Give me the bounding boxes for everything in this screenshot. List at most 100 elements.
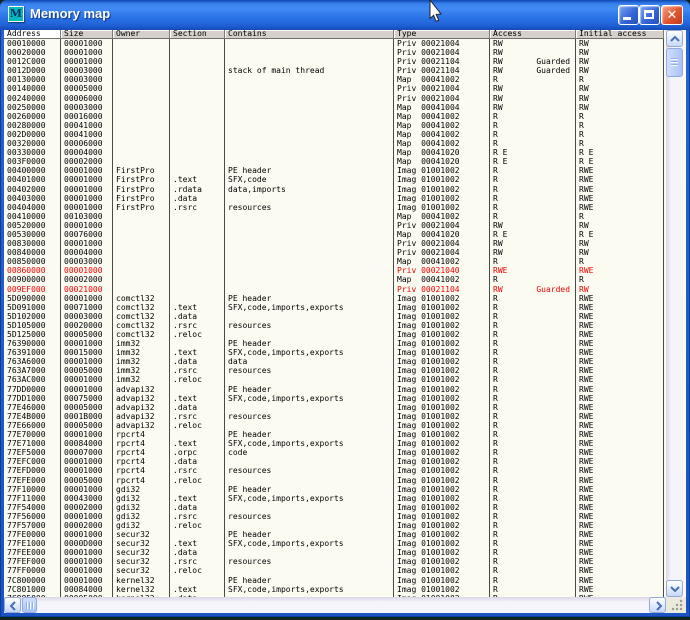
table-row[interactable]: 0085000000003000Map 00041002RR: [4, 257, 686, 266]
table-row[interactable]: 0013000000003000Map 00041002RR: [4, 75, 686, 84]
table-row[interactable]: 0001000000001000Priv 00021004RWRW: [4, 39, 686, 48]
table-row[interactable]: 77F1100000043000gdi32.textSFX,code,impor…: [4, 494, 686, 503]
table-row[interactable]: 0032000000006000Map 00041002RR: [4, 139, 686, 148]
cell-section: [170, 148, 225, 157]
table-row[interactable]: 77DD100000075000advapi32.textSFX,code,im…: [4, 394, 686, 403]
table-row[interactable]: 5D12500000005000comctl32.relocImag 01001…: [4, 330, 686, 339]
table-row[interactable]: 77EF500000007000rpcrt4.orpccodeImag 0100…: [4, 448, 686, 457]
cell-access: R: [490, 476, 576, 485]
horizontal-scroll-thumb[interactable]: [22, 597, 37, 613]
cell-contains: PE header: [225, 339, 394, 348]
table-row[interactable]: 5D09000000001000comctl32PE headerImag 01…: [4, 294, 686, 303]
table-row[interactable]: 77F1000000001000gdi32PE headerImag 01001…: [4, 485, 686, 494]
cell-type: Map 00041002: [394, 130, 490, 139]
table-row[interactable]: 009EF00000021000Priv 00021104RW GuardedR…: [4, 285, 686, 294]
table-row[interactable]: 7639000000001000imm32PE headerImag 01001…: [4, 339, 686, 348]
vertical-scroll-thumb[interactable]: [666, 48, 683, 77]
table-row[interactable]: 0040200000001000FirstPro.rdatadata,impor…: [4, 185, 686, 194]
cell-contains: [225, 457, 394, 466]
table-row[interactable]: 0040100000001000FirstPro.textSFX,codeIma…: [4, 175, 686, 184]
scroll-up-button[interactable]: [666, 30, 683, 47]
cell-owner: kernel32: [113, 585, 170, 594]
column-header-owner[interactable]: Owner: [113, 30, 170, 39]
column-header-section[interactable]: Section: [170, 30, 225, 39]
table-row[interactable]: 0083000000001000Priv 00021004RWRW: [4, 239, 686, 248]
table-row[interactable]: 77F5600000001000gdi32.rsrcresourcesImag …: [4, 512, 686, 521]
table-row[interactable]: 77E7100000084000rpcrt4.textSFX,code,impo…: [4, 439, 686, 448]
cell-section: [170, 130, 225, 139]
column-header-contains[interactable]: Contains: [225, 30, 394, 39]
table-row[interactable]: 0052000000001000Priv 00021004RWRW: [4, 221, 686, 230]
table-row[interactable]: 002D000000041000Map 00041002RR: [4, 130, 686, 139]
table-row[interactable]: 77E4B0000001B000advapi32.rsrcresourcesIm…: [4, 412, 686, 421]
table-row[interactable]: 0026000000016000Map 00041002RR: [4, 112, 686, 121]
table-row[interactable]: 77E7000000001000rpcrt4PE headerImag 0100…: [4, 430, 686, 439]
table-row[interactable]: 0084000000004000Priv 00021004RWRW: [4, 248, 686, 257]
cell-size: 00041000: [61, 130, 113, 139]
table-row[interactable]: 77F5400000002000gdi32.dataImag 01001002R…: [4, 503, 686, 512]
table-row[interactable]: 0040300000001000FirstPro.dataImag 010010…: [4, 194, 686, 203]
app-icon[interactable]: M: [8, 6, 24, 22]
cell-type: Imag 01001002: [394, 548, 490, 557]
table-row[interactable]: 763A600000001000imm32.datadataImag 01001…: [4, 357, 686, 366]
table-row[interactable]: 0024000000006000Priv 00021004RWRW: [4, 94, 686, 103]
cell-initial_access: RWE: [576, 357, 664, 366]
chevron-up-icon: [670, 35, 680, 43]
minimize-button[interactable]: [618, 5, 639, 25]
table-row[interactable]: 77FEF00000001000secur32.rsrcresourcesIma…: [4, 557, 686, 566]
table-row[interactable]: 77E4600000005000advapi32.dataImag 010010…: [4, 403, 686, 412]
scroll-right-button[interactable]: [649, 597, 666, 613]
table-row[interactable]: 0040400000001000FirstPro.rsrcresourcesIm…: [4, 203, 686, 212]
table-row[interactable]: 5D10200000003000comctl32.dataImag 010010…: [4, 312, 686, 321]
maximize-button[interactable]: [639, 5, 660, 25]
cell-type: Priv 00021040: [394, 266, 490, 275]
close-button[interactable]: ✕: [661, 5, 683, 25]
column-header-address[interactable]: Address: [4, 30, 61, 39]
table-row[interactable]: 0040000000001000FirstProPE headerImag 01…: [4, 166, 686, 175]
table-row[interactable]: 763A700000005000imm32.rsrcresourcesImag …: [4, 366, 686, 375]
table-row[interactable]: 0086000000001000Priv 00021040RWERWE: [4, 266, 686, 275]
table-row[interactable]: 0012C00000001000Priv 00021104RW GuardedR…: [4, 57, 686, 66]
table-row[interactable]: 0053000000076000Map 00041020R ER E: [4, 230, 686, 239]
cell-address: 00840000: [4, 248, 61, 257]
title-bar[interactable]: M Memory map ✕: [0, 0, 690, 30]
table-row[interactable]: 0028000000041000Map 00041002RR: [4, 121, 686, 130]
table-row[interactable]: 763AC00000001000imm32.relocImag 01001002…: [4, 375, 686, 384]
memory-map-table[interactable]: 0001000000001000Priv 00021004RWRW0002000…: [4, 39, 686, 597]
table-row[interactable]: 77FF000000001000secur32.relocImag 010010…: [4, 566, 686, 575]
table-row[interactable]: 77FEE00000001000secur32.dataImag 0100100…: [4, 548, 686, 557]
table-row[interactable]: 5D09100000071000comctl32.textSFX,code,im…: [4, 303, 686, 312]
table-row[interactable]: 0090000000002000Map 00041002RR: [4, 275, 686, 284]
table-row[interactable]: 5D10500000020000comctl32.rsrcresourcesIm…: [4, 321, 686, 330]
table-row[interactable]: 77E6600000005000advapi32.relocImag 01001…: [4, 421, 686, 430]
table-row[interactable]: 003F000000002000Map 00041020R ER E: [4, 157, 686, 166]
cell-access: R: [490, 457, 576, 466]
table-row[interactable]: 77F5700000002000gdi32.relocImag 01001002…: [4, 521, 686, 530]
table-row[interactable]: 7639100000015000imm32.textSFX,code,impor…: [4, 348, 686, 357]
table-row[interactable]: 77EFE00000005000rpcrt4.relocImag 0100100…: [4, 476, 686, 485]
table-row[interactable]: 77EFC00000001000rpcrt4.dataImag 01001002…: [4, 457, 686, 466]
table-row[interactable]: 77FE000000001000secur32PE headerImag 010…: [4, 530, 686, 539]
column-header-access[interactable]: Access: [490, 30, 576, 39]
table-row[interactable]: 77DD000000001000advapi32PE headerImag 01…: [4, 385, 686, 394]
horizontal-scrollbar[interactable]: [4, 597, 666, 613]
table-row[interactable]: 77FE10000000D000secur32.textSFX,code,imp…: [4, 539, 686, 548]
table-row[interactable]: 7C80100000084000kernel32.textSFX,code,im…: [4, 585, 686, 594]
table-row[interactable]: 0012D00000003000stack of main threadPriv…: [4, 66, 686, 75]
column-header-type[interactable]: Type: [394, 30, 490, 39]
cell-size: 00043000: [61, 494, 113, 503]
column-header-size[interactable]: Size: [61, 30, 113, 39]
table-row[interactable]: 7C80000000001000kernel32PE headerImag 01…: [4, 576, 686, 585]
table-row[interactable]: 0014000000005000Priv 00021004RWRW: [4, 84, 686, 93]
table-row[interactable]: 0025000000003000Map 00041004RWRW: [4, 103, 686, 112]
table-row[interactable]: 0002000000001000Priv 00021004RWRW: [4, 48, 686, 57]
vertical-scrollbar[interactable]: [666, 30, 683, 597]
table-row[interactable]: 77EFD00000001000rpcrt4.rsrcresourcesImag…: [4, 466, 686, 475]
scroll-left-button[interactable]: [4, 597, 21, 613]
column-header-initial-access[interactable]: Initial access: [576, 30, 664, 39]
table-row[interactable]: 0041000000103000Map 00041002RR: [4, 212, 686, 221]
scroll-down-button[interactable]: [666, 580, 683, 597]
table-row[interactable]: 0033000000004000Map 00041020R ER E: [4, 148, 686, 157]
cell-section: .data: [170, 403, 225, 412]
window-resize-grip[interactable]: [666, 597, 686, 613]
